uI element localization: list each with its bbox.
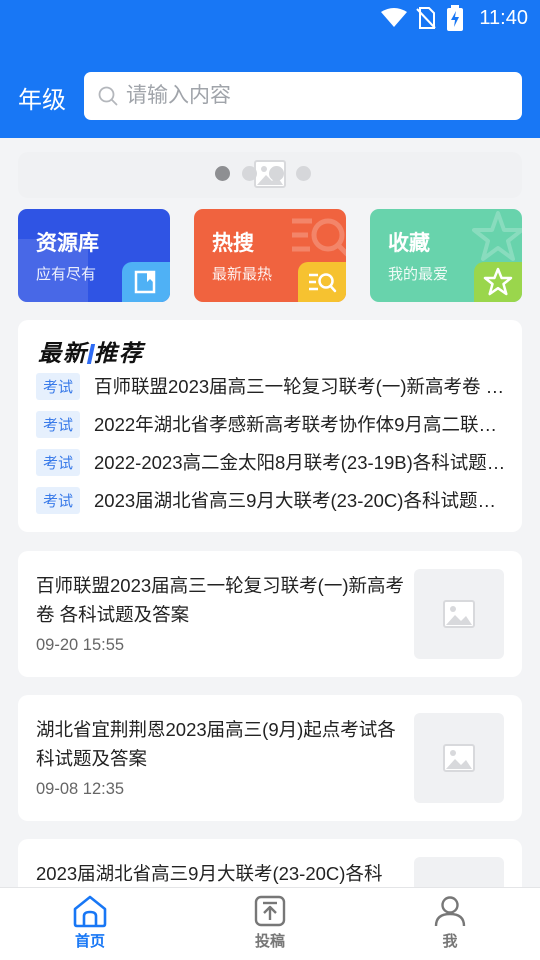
tab-submit[interactable]: 投稿: [230, 894, 310, 951]
recommend-item-text: 2023届湖北省高三9月大联考(23-20C)各科试题及答案: [94, 490, 506, 511]
tab-label: 我: [442, 933, 458, 950]
card-icon-box: [474, 262, 522, 302]
status-bar: 11:40: [0, 0, 540, 38]
card-title: 热搜: [212, 232, 254, 255]
tab-home[interactable]: 首页: [50, 894, 130, 951]
card-subtitle: 我的最爱: [388, 266, 449, 283]
recommend-title: 最新 推荐: [38, 340, 144, 366]
star-icon: [483, 267, 513, 296]
image-placeholder-icon: [443, 744, 475, 772]
card-favorites[interactable]: 收藏 我的最爱: [370, 209, 522, 302]
article-title: 2023届湖北省高三9月大联考(23-20C)各科: [36, 863, 383, 884]
app-header: 11:40 年级: [0, 0, 540, 138]
carousel-dot[interactable]: [269, 166, 284, 181]
card-icon-box: [122, 262, 170, 302]
recommend-item[interactable]: 考试 2022年湖北省孝感新高考联考协作体9月高二联考各科试题及答案: [36, 410, 506, 438]
home-icon: [73, 895, 107, 928]
upload-icon: [254, 895, 286, 927]
article-date: 09-20 15:55: [36, 636, 125, 654]
article-thumbnail: [414, 713, 504, 803]
article-date: 09-08 12:35: [36, 780, 125, 798]
user-icon: [434, 896, 466, 927]
article-card[interactable]: 湖北省宜荆荆恩2023届高三(9月)起点考试各科试题及答案 09-08 12:3…: [18, 695, 522, 821]
recommend-item[interactable]: 考试 2022-2023高二金太阳8月联考(23-19B)各科试题及答案: [36, 448, 506, 476]
card-title: 收藏: [388, 232, 430, 255]
recommend-item[interactable]: 考试 2023届湖北省高三9月大联考(23-20C)各科试题及答案: [36, 486, 506, 514]
article-thumbnail: [414, 569, 504, 659]
card-subtitle: 应有尽有: [36, 266, 97, 283]
tab-label: 首页: [74, 933, 105, 950]
wifi-icon: [381, 8, 407, 27]
search-icon: [98, 86, 118, 106]
article-title: 百师联盟2023届高三一轮复习联考(一)新高考卷 各科试题及答案: [36, 575, 404, 625]
watermark-star-icon: [472, 211, 522, 261]
recommend-section: 最新推荐 考试 百师联盟2023届高三一轮复习联考(一)新高考卷 各科试题及答案…: [18, 320, 522, 532]
category-tag: 考试: [36, 486, 81, 514]
card-title: 资源库: [36, 232, 99, 255]
bottom-tab-bar: 首页 投稿 我: [0, 887, 540, 960]
search-input[interactable]: [126, 84, 506, 108]
carousel-indicator: [215, 166, 311, 181]
card-hot-search[interactable]: 热搜 最新最热: [194, 209, 346, 302]
category-tag: 考试: [36, 448, 81, 476]
image-placeholder-icon: [443, 600, 475, 628]
status-time: 11:40: [479, 7, 528, 29]
carousel-dot[interactable]: [296, 166, 311, 181]
card-subtitle: 最新最热: [212, 266, 273, 283]
card-icon-box: [298, 262, 346, 302]
recommend-item-text: 2022-2023高二金太阳8月联考(23-19B)各科试题及答案: [94, 452, 506, 473]
category-tag: 考试: [36, 372, 81, 400]
book-icon: [134, 270, 156, 294]
carousel-dot[interactable]: [242, 166, 257, 181]
no-sim-icon: [416, 7, 436, 29]
tab-label: 投稿: [254, 933, 285, 950]
recommend-item-text: 百师联盟2023届高三一轮复习联考(一)新高考卷 各科试题及答案: [94, 376, 506, 397]
category-tag: 考试: [36, 410, 81, 438]
search-box[interactable]: [84, 72, 522, 120]
article-card[interactable]: 百师联盟2023届高三一轮复习联考(一)新高考卷 各科试题及答案 09-20 1…: [18, 551, 522, 677]
grade-selector[interactable]: 年级: [18, 80, 66, 115]
recommend-item-text: 2022年湖北省孝感新高考联考协作体9月高二联考各科试题及答案: [94, 414, 506, 435]
card-resource-library[interactable]: 资源库 应有尽有: [18, 209, 170, 302]
tab-me[interactable]: 我: [410, 894, 490, 951]
search-list-icon: [309, 273, 337, 293]
battery-charging-icon: [447, 5, 463, 31]
article-title: 湖北省宜荆荆恩2023届高三(9月)起点考试各科试题及答案: [36, 719, 396, 769]
recommend-item[interactable]: 考试 百师联盟2023届高三一轮复习联考(一)新高考卷 各科试题及答案: [36, 372, 506, 400]
carousel-dot[interactable]: [215, 166, 230, 181]
